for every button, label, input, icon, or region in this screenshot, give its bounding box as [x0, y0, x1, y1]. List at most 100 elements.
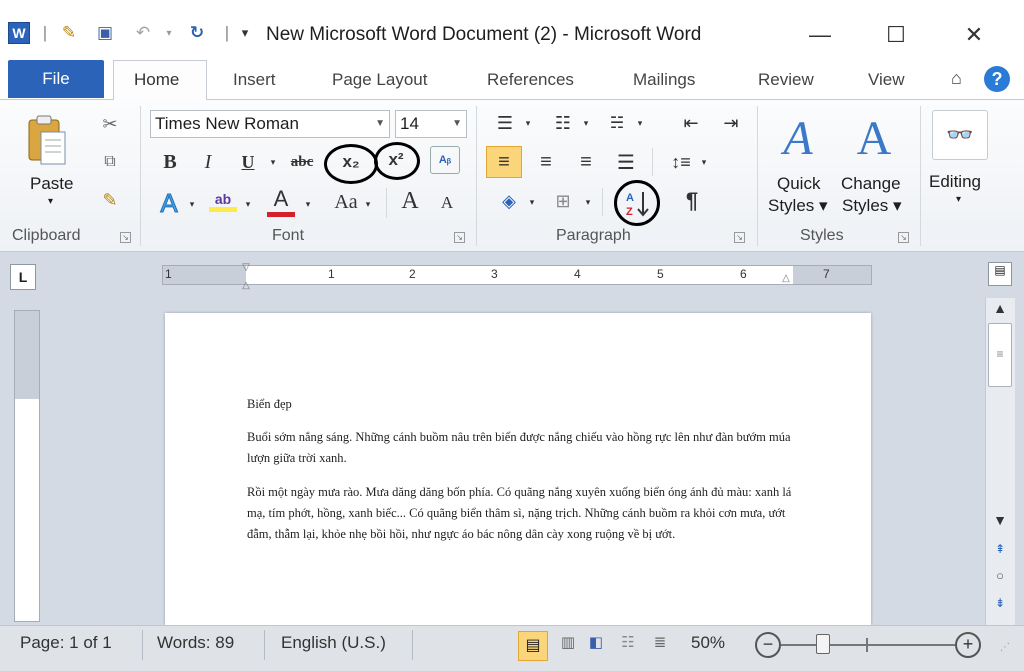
outline-view-icon[interactable]: ☷: [616, 633, 640, 657]
tab-home[interactable]: Home: [134, 70, 179, 90]
bold-button[interactable]: B: [158, 150, 182, 174]
document-page[interactable]: [165, 313, 871, 625]
copy-icon[interactable]: ⧉: [98, 150, 122, 174]
increase-indent-icon[interactable]: ⇥: [716, 110, 746, 136]
save-icon[interactable]: ▣: [94, 22, 116, 44]
next-page-icon[interactable]: ⇟: [990, 596, 1010, 614]
multilevel-dropdown-icon[interactable]: ▾: [634, 114, 646, 132]
language-indicator[interactable]: English (U.S.): [281, 633, 386, 653]
align-right-button[interactable]: ≡: [570, 146, 602, 178]
decrease-indent-icon[interactable]: ⇤: [676, 110, 706, 136]
undo-icon[interactable]: ↶: [132, 22, 154, 44]
text-effects-dropdown-icon[interactable]: ▾: [186, 194, 198, 214]
font-size-dropdown-icon[interactable]: ▼: [452, 111, 462, 137]
underline-button[interactable]: U: [236, 150, 260, 174]
paragraph-launcher-icon[interactable]: ↘: [734, 232, 745, 243]
view-ruler-icon[interactable]: ▤: [988, 262, 1012, 286]
zoom-slider-track[interactable]: [781, 644, 955, 646]
scroll-up-icon[interactable]: ▲: [990, 300, 1010, 320]
align-left-button[interactable]: ≡: [486, 146, 522, 178]
text-effects-icon[interactable]: A: [152, 187, 186, 218]
align-center-button[interactable]: ≡: [530, 146, 562, 178]
close-button[interactable]: ✕: [954, 20, 994, 50]
maximize-button[interactable]: ☐: [876, 20, 916, 50]
previous-page-icon[interactable]: ⇞: [990, 542, 1010, 560]
first-line-indent-marker[interactable]: ▽: [237, 262, 255, 273]
clear-formatting-icon[interactable]: Aᵦ: [430, 146, 460, 174]
tab-mailings[interactable]: Mailings: [633, 70, 695, 90]
editing-dropdown-icon[interactable]: ▾: [956, 194, 961, 205]
word-count[interactable]: Words: 89: [157, 633, 234, 653]
find-icon[interactable]: 👓: [932, 110, 988, 160]
full-screen-reading-icon[interactable]: ▥: [556, 633, 580, 657]
zoom-in-button[interactable]: +: [955, 632, 981, 658]
editing-button[interactable]: Editing: [929, 172, 981, 192]
underline-dropdown-icon[interactable]: ▾: [266, 152, 280, 172]
change-styles-icon[interactable]: A: [846, 108, 902, 168]
tab-insert[interactable]: Insert: [233, 70, 276, 90]
strikethrough-button[interactable]: abc: [282, 150, 322, 174]
shrink-font-button[interactable]: A: [434, 190, 460, 216]
font-color-dropdown-icon[interactable]: ▾: [302, 194, 314, 214]
borders-dropdown-icon[interactable]: ▾: [582, 192, 594, 212]
cut-icon[interactable]: ✂: [98, 112, 122, 136]
web-layout-icon[interactable]: ◧: [584, 633, 608, 657]
line-spacing-dropdown-icon[interactable]: ▾: [698, 152, 710, 172]
zoom-out-button[interactable]: −: [755, 632, 781, 658]
grow-font-button[interactable]: A: [396, 186, 424, 216]
format-painter-icon[interactable]: ✎: [98, 188, 122, 212]
word-app-icon[interactable]: W: [8, 22, 30, 44]
show-hide-marks-button[interactable]: ¶: [678, 186, 706, 216]
multilevel-list-icon[interactable]: ☵: [602, 110, 632, 136]
page-count[interactable]: Page: 1 of 1: [20, 633, 112, 653]
change-case-dropdown-icon[interactable]: ▾: [362, 194, 374, 214]
paste-icon[interactable]: [22, 110, 72, 170]
hanging-indent-marker[interactable]: △: [237, 280, 255, 294]
quick-styles-label2[interactable]: Styles ▾: [768, 196, 828, 216]
font-size-combo[interactable]: 14 ▼: [395, 110, 467, 138]
horizontal-ruler[interactable]: 1 1 2 3 4 5 6 7: [162, 265, 872, 285]
font-color-icon[interactable]: A: [264, 184, 298, 218]
tab-file[interactable]: File: [8, 60, 104, 98]
right-indent-marker[interactable]: △: [777, 273, 795, 287]
format-painter-qa-icon[interactable]: ✎: [58, 22, 80, 44]
zoom-slider-thumb[interactable]: [816, 634, 830, 654]
change-styles-label2[interactable]: Styles ▾: [842, 196, 902, 216]
tab-selector[interactable]: L: [10, 264, 36, 290]
redo-icon[interactable]: ↻: [186, 22, 208, 44]
scroll-down-icon[interactable]: ▼: [990, 512, 1010, 532]
customize-qa-icon[interactable]: ▾: [234, 22, 256, 44]
draft-view-icon[interactable]: ≣: [648, 633, 672, 657]
shading-icon[interactable]: ◈: [492, 186, 526, 216]
tab-review[interactable]: Review: [758, 70, 814, 90]
browse-object-icon[interactable]: ○: [990, 568, 1010, 586]
italic-button[interactable]: I: [196, 150, 220, 174]
zoom-level[interactable]: 50%: [691, 633, 725, 653]
shading-dropdown-icon[interactable]: ▾: [526, 192, 538, 212]
vertical-ruler[interactable]: [14, 310, 40, 622]
document-paragraph-1[interactable]: Buổi sớm nắng sáng. Những cánh buồm nâu …: [247, 427, 807, 469]
clipboard-launcher-icon[interactable]: ↘: [120, 232, 131, 243]
change-styles-label[interactable]: Change: [841, 174, 901, 194]
paste-button[interactable]: Paste: [30, 174, 73, 194]
paste-dropdown-icon[interactable]: ▾: [48, 196, 53, 207]
minimize-button[interactable]: —: [800, 20, 840, 50]
resize-grip-icon[interactable]: ⋰: [1000, 642, 1018, 660]
highlight-icon[interactable]: ab: [206, 186, 240, 216]
change-case-button[interactable]: Aa: [328, 188, 364, 216]
tab-page-layout[interactable]: Page Layout: [332, 70, 427, 90]
font-name-combo[interactable]: Times New Roman ▼: [150, 110, 390, 138]
line-spacing-icon[interactable]: ↕≡: [664, 146, 698, 178]
tab-view[interactable]: View: [868, 70, 905, 90]
font-name-dropdown-icon[interactable]: ▼: [375, 111, 385, 137]
bullets-dropdown-icon[interactable]: ▾: [522, 114, 534, 132]
font-launcher-icon[interactable]: ↘: [454, 232, 465, 243]
collapse-ribbon-icon[interactable]: ⌂: [951, 68, 962, 89]
help-icon[interactable]: ?: [984, 66, 1010, 92]
justify-button[interactable]: ☰: [610, 146, 642, 178]
document-paragraph-2[interactable]: Rồi một ngày mưa rào. Mưa dăng dăng bốn …: [247, 482, 807, 545]
styles-launcher-icon[interactable]: ↘: [898, 232, 909, 243]
quick-styles-icon[interactable]: A: [770, 108, 826, 168]
document-heading[interactable]: Biển đẹp: [247, 394, 807, 415]
undo-dropdown-icon[interactable]: ▾: [158, 22, 180, 44]
